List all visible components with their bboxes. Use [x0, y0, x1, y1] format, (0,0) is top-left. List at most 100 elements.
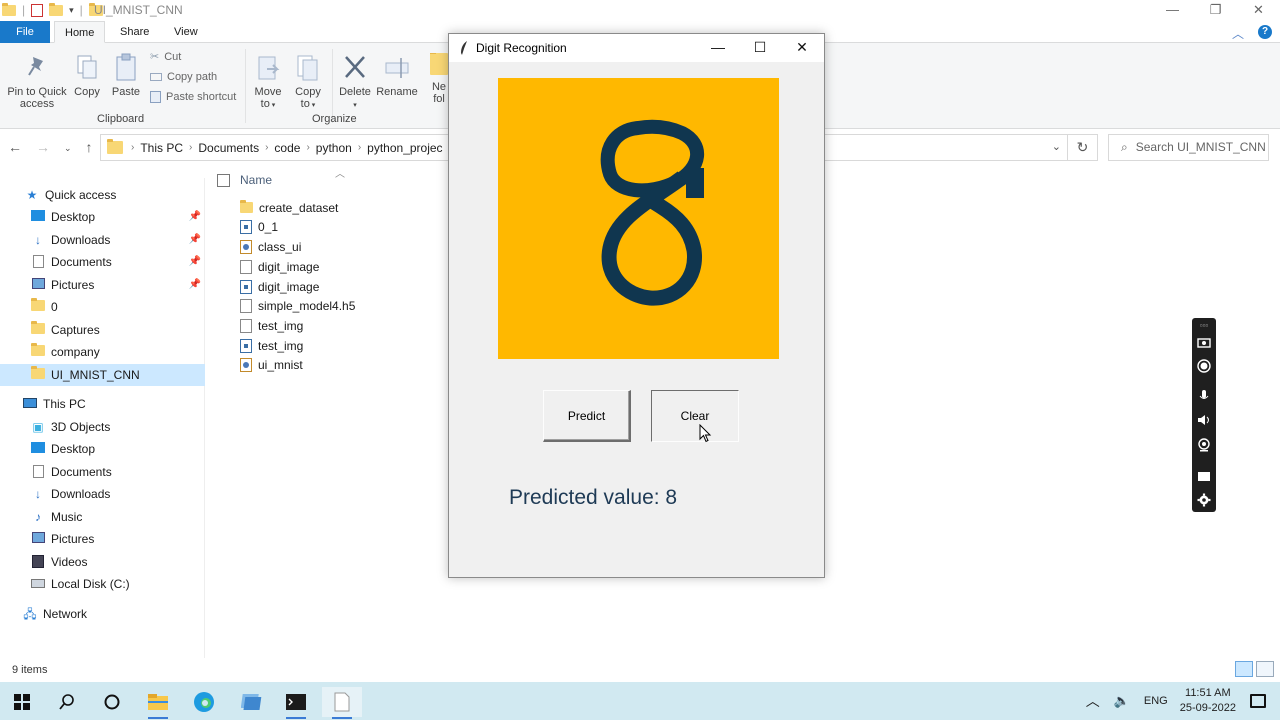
show-hidden-icons-icon[interactable]: ︿ — [1086, 691, 1100, 711]
record-icon[interactable] — [1196, 358, 1212, 374]
nav-network[interactable]: 🖧 Network — [0, 603, 205, 625]
copy-button[interactable]: Copy — [72, 53, 102, 98]
breadcrumb-separator-icon[interactable]: › — [189, 142, 192, 153]
nav-item-company[interactable]: company — [0, 341, 205, 363]
app-minimize-button[interactable]: — — [697, 34, 739, 62]
breadcrumb-code[interactable]: code — [274, 141, 300, 155]
drawing-canvas[interactable] — [498, 78, 779, 359]
nav-item-videos[interactable]: Videos — [0, 551, 205, 573]
close-button[interactable]: ✕ — [1237, 0, 1280, 20]
pin-to-quick-access-button[interactable]: Pin to Quick access — [6, 53, 68, 110]
breadcrumb-this-pc[interactable]: This PC — [140, 141, 183, 155]
new-folder-icon[interactable] — [49, 2, 64, 16]
pin-icon[interactable]: 📌 — [189, 274, 201, 296]
nav-item-desktop[interactable]: Desktop 📌 — [0, 206, 205, 228]
tab-home[interactable]: Home — [54, 21, 106, 43]
nav-item-pc-downloads[interactable]: ↓ Downloads — [0, 483, 205, 505]
nav-item-pc-desktop[interactable]: Desktop — [0, 438, 205, 460]
list-item[interactable]: ui_mnist — [240, 355, 303, 374]
search-input[interactable]: ⌕ Search UI_MNIST_CNN — [1108, 134, 1269, 161]
help-icon[interactable]: ? — [1258, 25, 1272, 39]
pin-icon[interactable]: 📌 — [189, 206, 201, 228]
delete-button[interactable]: Delete ▾ — [336, 53, 374, 112]
back-arrow-icon[interactable]: ← — [8, 139, 22, 157]
properties-icon[interactable] — [31, 3, 44, 17]
app-close-button[interactable]: ✕ — [781, 34, 823, 62]
tab-view[interactable]: View — [164, 21, 208, 43]
clock[interactable]: 11:51 AM 25-09-2022 — [1180, 686, 1236, 716]
nav-quick-access[interactable]: ★ Quick access — [0, 184, 205, 206]
large-icons-view-button[interactable] — [1256, 661, 1274, 677]
new-folder-button[interactable]: Ne fol — [430, 53, 448, 105]
list-item[interactable]: create_dataset — [240, 198, 338, 217]
list-item[interactable]: test_img — [240, 316, 303, 335]
copy-to-button[interactable]: Copy to ▾ — [292, 53, 324, 112]
taskbar-python-idle[interactable] — [232, 687, 272, 717]
nav-item-pc-documents[interactable]: Documents — [0, 461, 205, 483]
nav-item-3d-objects[interactable]: ▣ 3D Objects — [0, 416, 205, 438]
speaker-icon[interactable] — [1196, 412, 1212, 428]
window-capture-icon[interactable] — [1196, 468, 1212, 484]
details-view-button[interactable] — [1235, 661, 1253, 677]
nav-item-captures[interactable]: Captures — [0, 319, 205, 341]
up-arrow-icon[interactable]: ↑ — [86, 139, 93, 157]
pin-icon[interactable]: 📌 — [189, 251, 201, 273]
webcam-icon[interactable] — [1196, 437, 1212, 453]
nav-item-pictures[interactable]: Pictures 📌 — [0, 274, 205, 296]
input-language[interactable]: ENG — [1144, 695, 1168, 707]
microphone-icon[interactable] — [1196, 388, 1212, 404]
list-item[interactable]: digit_image — [240, 257, 319, 276]
tab-share[interactable]: Share — [110, 21, 159, 43]
paste-shortcut-button[interactable]: Paste shortcut — [150, 91, 236, 103]
settings-gear-icon[interactable] — [1196, 492, 1212, 508]
tab-file[interactable]: File — [0, 21, 50, 43]
list-item[interactable]: simple_model4.h5 — [240, 296, 355, 315]
list-item[interactable]: test_img — [240, 336, 303, 355]
nav-item-downloads[interactable]: ↓ Downloads 📌 — [0, 229, 205, 251]
collapse-ribbon-icon[interactable]: ︿ — [1232, 25, 1244, 42]
nav-item-documents[interactable]: Documents 📌 — [0, 251, 205, 273]
nav-item-music[interactable]: ♪ Music — [0, 506, 205, 528]
nav-item-0[interactable]: 0 — [0, 296, 205, 318]
camera-icon[interactable] — [1196, 334, 1212, 350]
minimize-button[interactable]: — — [1151, 0, 1194, 20]
nav-item-local-disk[interactable]: Local Disk (C:) — [0, 573, 205, 595]
forward-arrow-icon[interactable]: → — [36, 139, 50, 157]
nav-item-pc-pictures[interactable]: Pictures — [0, 528, 205, 550]
breadcrumb-documents[interactable]: Documents — [198, 141, 259, 155]
list-item[interactable]: class_ui — [240, 237, 301, 256]
breadcrumb-separator-icon[interactable]: › — [306, 142, 309, 153]
taskbar-tk-app[interactable] — [322, 687, 362, 719]
column-header-name[interactable]: Name — [217, 173, 272, 187]
taskbar-edge[interactable] — [184, 687, 224, 717]
digit-recognition-title-bar[interactable]: Digit Recognition — ☐ ✕ — [449, 34, 824, 62]
notifications-icon[interactable] — [1250, 694, 1266, 708]
customize-toolbar-icon[interactable]: ▾ — [69, 5, 74, 16]
pin-icon[interactable]: 📌 — [189, 229, 201, 251]
recorder-menu-icon[interactable]: ▫▫▫ — [1196, 320, 1212, 330]
paste-button[interactable]: Paste — [110, 53, 142, 98]
breadcrumb-python[interactable]: python — [316, 141, 352, 155]
move-to-button[interactable]: Move to ▾ — [252, 53, 284, 112]
volume-icon[interactable]: 🔈 — [1114, 693, 1130, 709]
app-maximize-button[interactable]: ☐ — [739, 34, 781, 62]
start-button[interactable] — [2, 687, 42, 717]
list-item[interactable]: 0_1 — [240, 217, 278, 236]
breadcrumb-separator-icon[interactable]: › — [358, 142, 361, 153]
nav-this-pc[interactable]: This PC — [0, 393, 205, 415]
address-dropdown-icon[interactable]: ⌄ — [1052, 140, 1061, 153]
clear-button[interactable]: Clear — [651, 390, 739, 442]
predict-button[interactable]: Predict — [543, 390, 631, 442]
restore-button[interactable]: ❐ — [1194, 0, 1237, 20]
refresh-icon[interactable]: ↻ — [1067, 135, 1097, 160]
recent-locations-icon[interactable]: ⌄ — [64, 139, 72, 157]
nav-item-ui-mnist-cnn[interactable]: UI_MNIST_CNN — [0, 364, 205, 386]
breadcrumb-python-projects[interactable]: python_projec — [367, 141, 442, 155]
search-button[interactable] — [47, 687, 87, 717]
taskbar-file-explorer[interactable] — [138, 687, 178, 719]
taskbar-terminal[interactable] — [276, 687, 316, 719]
list-item[interactable]: digit_image — [240, 277, 319, 296]
copy-path-button[interactable]: Copy path — [150, 71, 217, 83]
rename-button[interactable]: Rename — [376, 53, 418, 98]
breadcrumb-separator-icon[interactable]: › — [265, 142, 268, 153]
